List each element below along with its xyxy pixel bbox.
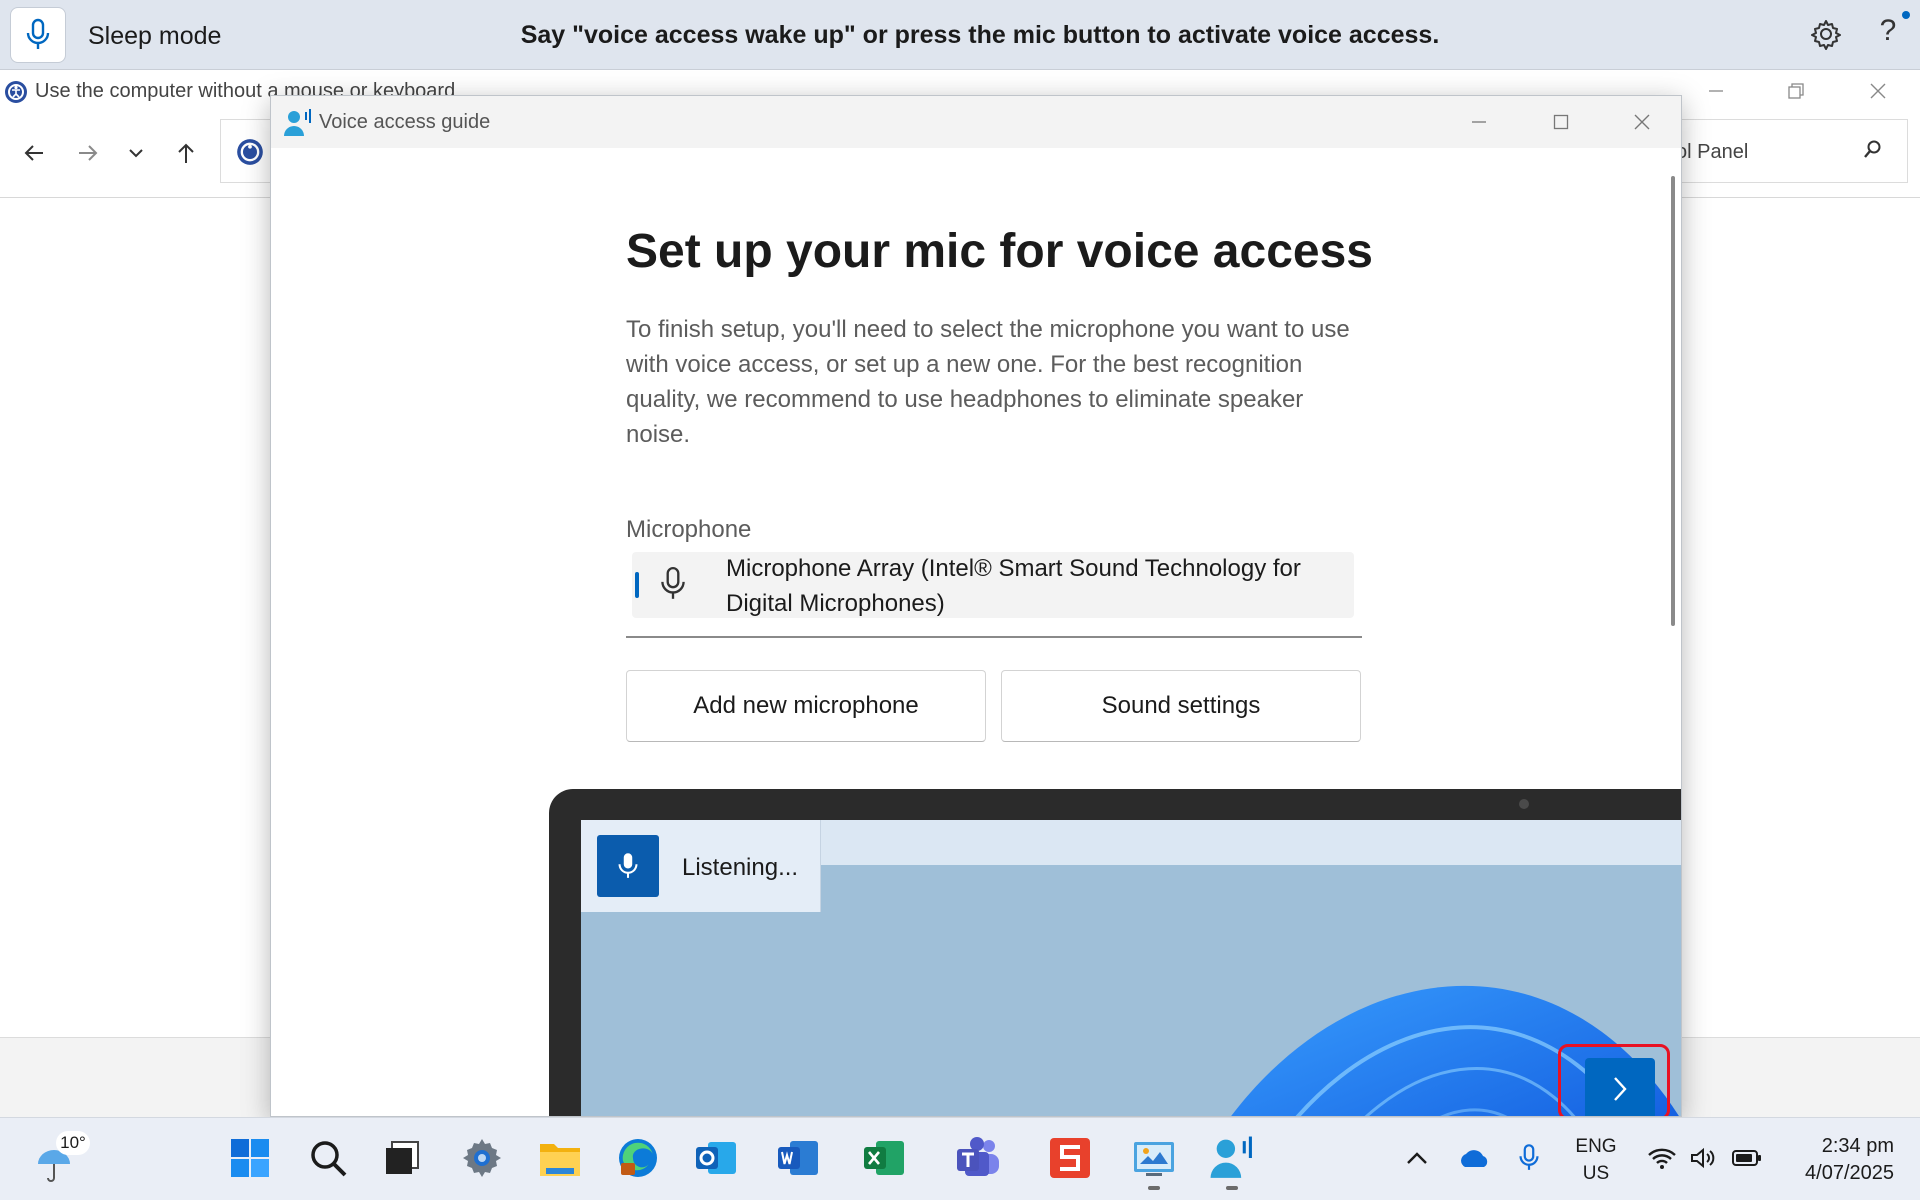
windows-start-icon	[231, 1139, 269, 1177]
background-close-button[interactable]	[1848, 76, 1908, 106]
voice-access-app-icon	[283, 108, 313, 138]
chevron-down-icon	[129, 149, 143, 158]
control-panel-icon	[1134, 1142, 1174, 1176]
excel-app[interactable]	[860, 1134, 908, 1182]
voice-access-guide-dialog: Voice access guide Set up your mic for v…	[270, 95, 1682, 1117]
onedrive-tray-button[interactable]	[1454, 1140, 1494, 1176]
teams-icon	[957, 1137, 999, 1176]
settings-icon	[463, 1139, 501, 1177]
laptop-screen: Listening...	[581, 820, 1681, 1116]
control-panel-app[interactable]	[1130, 1134, 1178, 1182]
voice-access-message: Say "voice access wake up" or press the …	[520, 21, 1440, 49]
voice-access-app[interactable]	[1208, 1134, 1256, 1182]
network-tray-button[interactable]	[1644, 1140, 1680, 1176]
start-button[interactable]	[226, 1134, 274, 1182]
back-button[interactable]	[14, 135, 54, 171]
listening-panel: Listening...	[581, 820, 821, 912]
listening-text: Listening...	[682, 854, 799, 881]
battery-icon	[1732, 1150, 1761, 1166]
onedrive-cloud-icon	[1461, 1150, 1488, 1167]
background-minimize-button[interactable]	[1686, 76, 1746, 106]
minimize-icon	[1472, 121, 1486, 123]
excel-icon	[864, 1141, 904, 1175]
accessibility-icon	[4, 80, 28, 104]
minimize-icon	[1709, 90, 1723, 92]
language-code: ENG	[1575, 1136, 1617, 1157]
arrow-right-icon	[79, 145, 98, 161]
microphone-list-divider	[626, 636, 1362, 638]
weather-temperature: 10°	[56, 1131, 90, 1155]
dialog-maximize-button[interactable]	[1531, 106, 1591, 138]
chevron-right-icon	[1614, 1077, 1627, 1101]
page-description: To finish setup, you'll need to select t…	[626, 316, 1350, 448]
wifi-icon	[1648, 1148, 1676, 1169]
wps-app[interactable]	[1046, 1134, 1094, 1182]
microphone-icon	[1519, 1144, 1539, 1170]
outlook-app[interactable]	[692, 1134, 740, 1182]
restore-icon	[1788, 83, 1804, 99]
edge-app[interactable]	[614, 1134, 662, 1182]
microphone-icon	[597, 835, 659, 897]
word-app[interactable]	[774, 1134, 822, 1182]
clock[interactable]: 2:34 pm 4/07/2025	[1762, 1133, 1894, 1187]
selection-indicator	[635, 572, 639, 598]
laptop-camera	[1519, 799, 1529, 809]
dialog-title: Voice access guide	[319, 111, 491, 133]
arrow-left-icon	[24, 145, 43, 161]
dialog-close-button[interactable]	[1612, 106, 1672, 138]
close-icon	[1634, 114, 1650, 130]
control-panel-running-indicator	[1148, 1186, 1160, 1190]
word-icon	[778, 1141, 818, 1175]
battery-tray-button[interactable]	[1730, 1140, 1764, 1176]
search-icon	[311, 1141, 347, 1177]
laptop-illustration: Listening...	[549, 789, 1681, 1116]
voice-access-icon	[1210, 1136, 1252, 1178]
file-explorer-icon	[540, 1144, 580, 1176]
edge-icon	[619, 1139, 657, 1177]
region-code: US	[1582, 1163, 1610, 1184]
settings-gear-button[interactable]	[1808, 16, 1844, 52]
taskbar-search-button[interactable]	[304, 1134, 352, 1182]
teams-app[interactable]	[954, 1134, 1002, 1182]
search-box-text: ol Panel	[1676, 141, 1749, 163]
speaker-icon	[1691, 1147, 1715, 1169]
page-heading: Set up your mic for voice access	[626, 225, 1373, 278]
volume-tray-button[interactable]	[1686, 1140, 1720, 1176]
clock-date: 4/07/2025	[1805, 1162, 1894, 1184]
search-icon[interactable]	[1862, 138, 1886, 162]
show-hidden-icons-button[interactable]	[1400, 1140, 1434, 1176]
chevron-up-icon	[1407, 1152, 1427, 1164]
file-explorer-app[interactable]	[536, 1134, 584, 1182]
microphone-selected-value: Microphone Array (Intel® Smart Sound Tec…	[726, 555, 1301, 617]
add-new-microphone-button[interactable]: Add new microphone	[626, 670, 986, 742]
task-view-icon	[386, 1141, 419, 1174]
clock-time: 2:34 pm	[1821, 1135, 1894, 1157]
maximize-icon	[1553, 114, 1569, 130]
wps-icon	[1050, 1138, 1090, 1178]
dialog-minimize-button[interactable]	[1449, 106, 1509, 138]
arrow-up-icon	[178, 143, 194, 163]
sound-settings-button[interactable]: Sound settings	[1001, 670, 1361, 742]
background-restore-button[interactable]	[1766, 76, 1826, 106]
microphone-label: Microphone	[626, 516, 752, 543]
input-language-indicator[interactable]: ENG US	[1568, 1133, 1624, 1187]
task-view-button[interactable]	[378, 1134, 426, 1182]
control-panel-location-icon	[236, 138, 264, 166]
help-button[interactable]: ?	[1870, 14, 1906, 54]
notification-dot	[1902, 11, 1910, 19]
voice-access-tray-button[interactable]	[1512, 1140, 1546, 1176]
close-icon	[1870, 83, 1886, 99]
next-button[interactable]	[1585, 1058, 1655, 1116]
dialog-scrollbar[interactable]	[1671, 176, 1675, 626]
microphone-icon	[655, 566, 691, 602]
settings-app[interactable]	[458, 1134, 506, 1182]
voice-access-running-indicator	[1226, 1186, 1238, 1190]
recent-locations-button[interactable]	[116, 135, 156, 171]
outlook-icon	[696, 1142, 736, 1174]
up-button[interactable]	[166, 135, 206, 171]
gear-icon	[1811, 20, 1841, 50]
forward-button[interactable]	[68, 135, 108, 171]
